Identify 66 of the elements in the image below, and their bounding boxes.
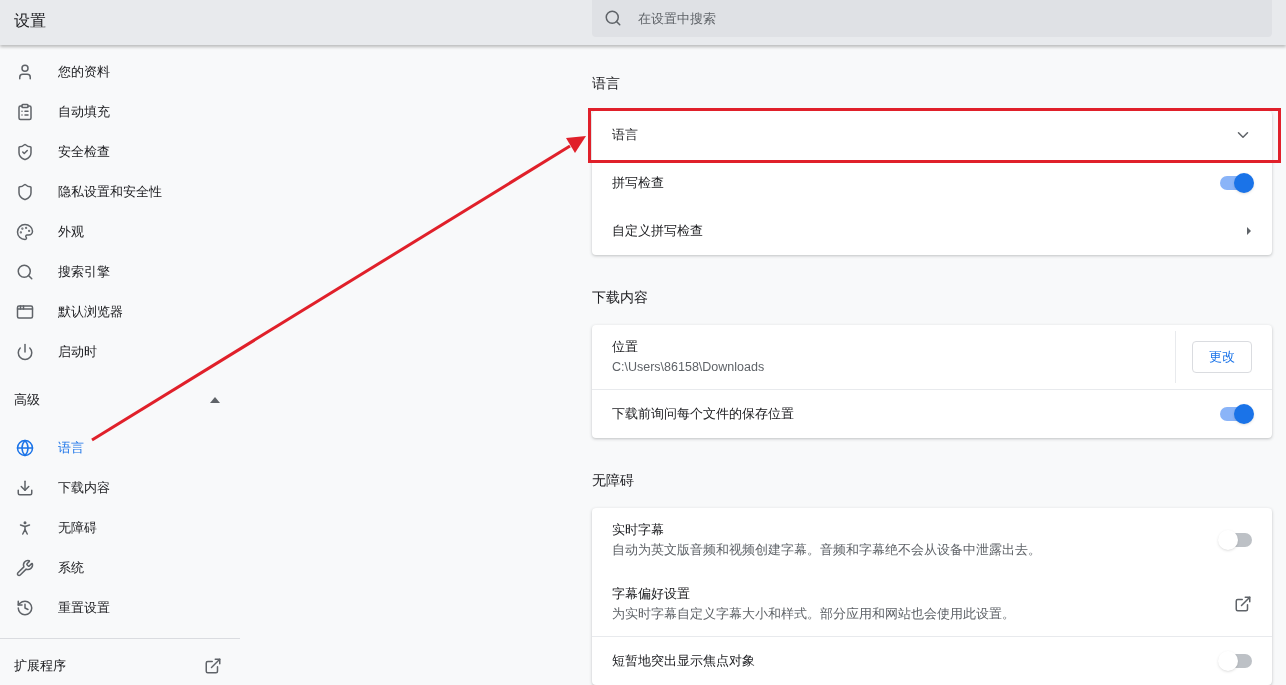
toggle-switch[interactable]: [1220, 407, 1252, 421]
sidebar-item[interactable]: 自动填充: [0, 92, 240, 132]
change-button[interactable]: 更改: [1192, 341, 1252, 373]
search-icon: [16, 263, 34, 281]
download-icon: [16, 479, 34, 497]
palette-icon: [16, 223, 34, 241]
sidebar-item[interactable]: 下载内容: [0, 468, 240, 508]
setting-label: 位置: [612, 337, 639, 356]
toggle-switch[interactable]: [1220, 654, 1252, 668]
history-icon: [16, 599, 34, 617]
section-title: 语言: [592, 74, 621, 93]
wrench-icon: [16, 559, 34, 577]
section-title: 下载内容: [592, 288, 649, 307]
sidebar-label: 下载内容: [58, 479, 110, 498]
person-icon: [16, 63, 34, 81]
sidebar-item[interactable]: 无障碍: [0, 508, 240, 548]
setting-label: 短暂地突出显示焦点对象: [612, 652, 755, 671]
sidebar-item[interactable]: 外观: [0, 212, 240, 252]
globe-icon: [16, 439, 34, 457]
shield-icon: [16, 183, 34, 201]
sidebar-item[interactable]: 隐私设置和安全性: [0, 172, 240, 212]
sidebar-label: 无障碍: [58, 519, 97, 538]
sidebar-label: 您的资料: [58, 63, 110, 82]
sidebar-item[interactable]: 启动时: [0, 332, 240, 372]
browser-window-icon: [16, 303, 34, 321]
section-title: 无障碍: [592, 471, 635, 490]
setting-label: 拼写检查: [612, 174, 664, 193]
setting-label: 语言: [612, 126, 638, 145]
setting-label: 字幕偏好设置: [612, 584, 691, 603]
setting-description: 为实时字幕自定义字幕大小和样式。部分应用和网站也会使用此设置。: [612, 606, 1015, 624]
shield-check-icon: [16, 143, 34, 161]
caret-up-icon: [210, 397, 220, 403]
power-icon: [16, 343, 34, 361]
sidebar-label: 启动时: [58, 343, 97, 362]
sidebar-label: 自动填充: [58, 103, 110, 122]
sidebar-label: 隐私设置和安全性: [58, 183, 162, 202]
search-icon: [604, 9, 622, 27]
sidebar-item[interactable]: 语言: [0, 428, 240, 468]
setting-label: 实时字幕: [612, 520, 665, 539]
external-link-icon: [204, 657, 222, 675]
sidebar-label: 语言: [58, 439, 84, 458]
sidebar-label: 外观: [58, 223, 84, 242]
sidebar-item[interactable]: 搜索引擎: [0, 252, 240, 292]
toggle-switch[interactable]: [1220, 176, 1252, 190]
arrow-right-icon[interactable]: [1246, 226, 1252, 236]
external-link-icon[interactable]: [1234, 595, 1252, 613]
sidebar-item[interactable]: 系统: [0, 548, 240, 588]
setting-description: C:\Users\86158\Downloads: [612, 359, 765, 377]
sidebar-item[interactable]: 您的资料: [0, 52, 240, 92]
extensions-link[interactable]: 扩展程序: [0, 639, 240, 685]
sidebar-label: 默认浏览器: [58, 303, 123, 322]
sidebar-label: 安全检查: [58, 143, 110, 162]
advanced-toggle[interactable]: 高级: [0, 372, 240, 428]
setting-description: 自动为英文版音频和视频创建字幕。音频和字幕绝不会从设备中泄露出去。: [612, 542, 1041, 560]
sidebar-item[interactable]: 重置设置: [0, 588, 240, 628]
toggle-switch[interactable]: [1220, 533, 1252, 547]
setting-label: 下载前询问每个文件的保存位置: [612, 405, 794, 424]
clipboard-icon: [16, 103, 34, 121]
sidebar-label: 系统: [58, 559, 84, 578]
page-title: 设置: [13, 11, 47, 31]
setting-label: 自定义拼写检查: [612, 222, 703, 241]
sidebar-label: 重置设置: [58, 599, 110, 618]
sidebar-label: 搜索引擎: [58, 263, 110, 282]
search-field[interactable]: 在设置中搜索: [592, 0, 1272, 37]
sidebar-item[interactable]: 安全检查: [0, 132, 240, 172]
sidebar-item[interactable]: 默认浏览器: [0, 292, 240, 332]
